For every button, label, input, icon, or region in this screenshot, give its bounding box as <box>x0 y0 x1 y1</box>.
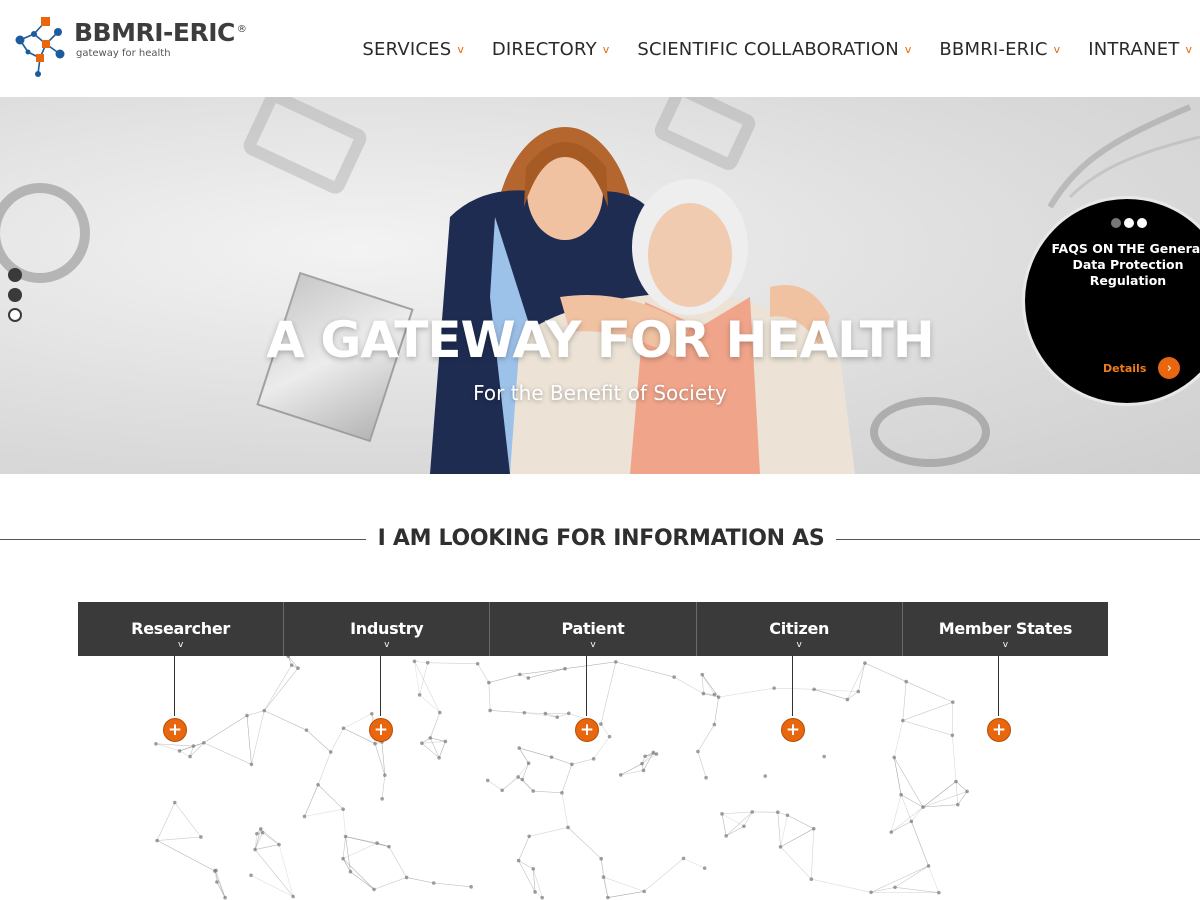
nav-label: INTRANET <box>1088 38 1180 60</box>
main-nav: SERVICES v DIRECTORY v SCIENTIFIC COLLAB… <box>348 30 1200 68</box>
tab-citizen[interactable]: Citizen v <box>696 602 903 656</box>
slider-pagination <box>8 268 22 328</box>
faq-details-link[interactable]: Details › <box>1103 357 1181 379</box>
section-heading: I AM LOOKING FOR INFORMATION AS <box>0 522 1200 558</box>
nav-label: SERVICES <box>362 38 452 60</box>
expand-member-states-plus-icon[interactable]: + <box>987 718 1011 742</box>
logo-tagline: gateway for health <box>76 48 171 59</box>
hero-photo-women <box>430 127 855 474</box>
hero-slider: A GATEWAY FOR HEALTH For the Benefit of … <box>0 97 1200 474</box>
nav-item-scientific-collaboration[interactable]: SCIENTIFIC COLLABORATION v <box>623 30 925 68</box>
chevron-down-icon: v <box>177 640 184 650</box>
faq-dot[interactable] <box>1111 218 1121 228</box>
nav-label: BBMRI-ERIC <box>939 38 1048 60</box>
chevron-down-icon: v <box>796 640 802 650</box>
audience-tabs: Researcher v Industry v Patient v Citize… <box>78 602 1109 656</box>
faq-gdpr-circle[interactable]: FAQS ON THE General Data Protection Regu… <box>1022 196 1200 406</box>
expand-patient-plus-icon[interactable]: + <box>575 718 599 742</box>
divider <box>836 539 1200 540</box>
tab-label: Citizen <box>769 619 830 638</box>
chevron-down-icon: v <box>384 640 390 650</box>
hero-subtitle: For the Benefit of Society <box>473 381 727 405</box>
slide-dot-3[interactable] <box>8 308 22 322</box>
divider <box>0 539 366 540</box>
tab-industry[interactable]: Industry v <box>284 602 491 656</box>
faq-pagination <box>1111 218 1147 228</box>
tab-researcher[interactable]: Researcher v <box>78 602 285 656</box>
site-header: BBMRI-ERIC ® gateway for health SERVICES … <box>0 0 1200 97</box>
logo-wordmark: BBMRI-ERIC ® <box>74 18 247 47</box>
nav-item-bbmri-eric[interactable]: BBMRI-ERIC v <box>925 30 1074 68</box>
site-logo[interactable]: BBMRI-ERIC ® gateway for health <box>12 14 252 80</box>
tab-connector-line <box>380 656 381 716</box>
slide-dot-1[interactable] <box>8 268 22 282</box>
slide-dot-2[interactable] <box>8 288 22 302</box>
tab-connector-line <box>174 656 175 716</box>
nav-item-intranet[interactable]: INTRANET v <box>1074 30 1200 68</box>
faq-details-label: Details <box>1103 361 1147 375</box>
expand-citizen-plus-icon[interactable]: + <box>781 718 805 742</box>
arrow-right-icon: › <box>1158 357 1181 379</box>
tab-label: Industry <box>350 619 424 638</box>
tab-connector-line <box>586 656 587 716</box>
chevron-down-icon: v <box>1002 640 1009 650</box>
expand-industry-plus-icon[interactable]: + <box>369 718 393 742</box>
tab-connector-line <box>998 656 999 716</box>
chevron-down-icon: v <box>1053 42 1061 56</box>
logo-network-icon <box>15 17 65 77</box>
nav-label: DIRECTORY <box>491 38 597 60</box>
tab-connector-line <box>792 656 793 716</box>
nav-label: SCIENTIFIC COLLABORATION <box>637 38 899 60</box>
tab-label: Member States <box>938 619 1073 638</box>
tab-member-states[interactable]: Member States v <box>902 602 1109 656</box>
faq-dot[interactable] <box>1137 218 1147 228</box>
chevron-down-icon: v <box>1185 42 1192 56</box>
chevron-down-icon: v <box>904 42 912 56</box>
tab-label: Researcher <box>131 619 231 638</box>
hero-title: A GATEWAY FOR HEALTH <box>266 311 934 369</box>
nav-item-directory[interactable]: DIRECTORY v <box>478 30 623 68</box>
tab-patient[interactable]: Patient v <box>490 602 697 656</box>
nav-item-services[interactable]: SERVICES v <box>348 30 477 68</box>
tab-label: Patient <box>561 619 625 638</box>
section-heading-text: I AM LOOKING FOR INFORMATION AS <box>377 526 825 551</box>
decorative-hexagon <box>240 97 370 197</box>
faq-title: FAQS ON THE General Data Protection Regu… <box>1051 241 1200 288</box>
network-map-background <box>154 656 969 900</box>
chevron-down-icon: v <box>457 42 464 56</box>
decorative-ring <box>870 397 990 467</box>
expand-researcher-plus-icon[interactable]: + <box>163 718 187 742</box>
faq-dot[interactable] <box>1124 218 1134 228</box>
chevron-down-icon: v <box>590 640 596 650</box>
chevron-down-icon: v <box>602 42 610 56</box>
